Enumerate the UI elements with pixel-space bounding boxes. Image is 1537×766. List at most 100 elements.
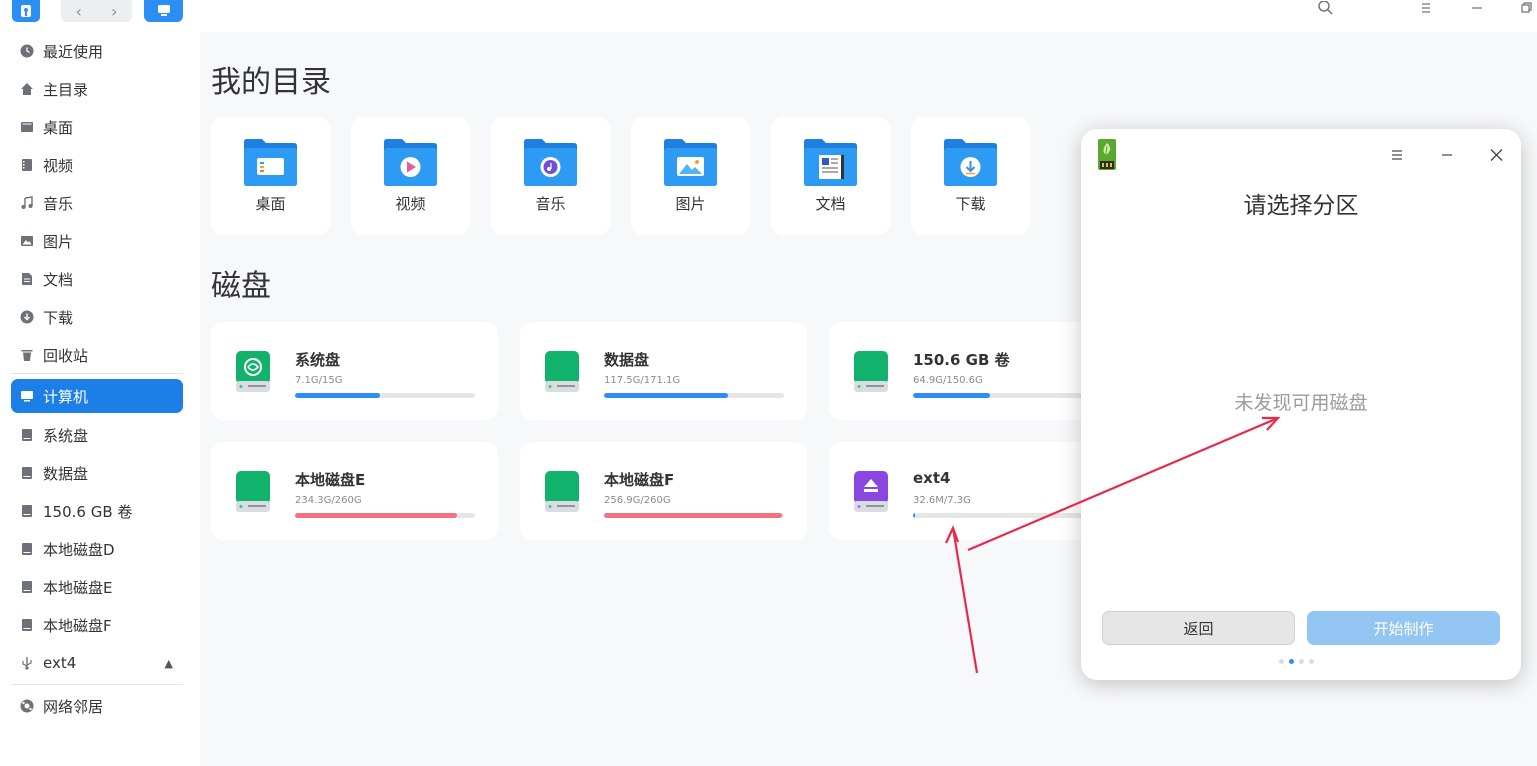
sidebar: 最近使用 主目录 桌面 视频 音乐 图片 文档 下载 回收站 计算机 系统盘 数…: [0, 32, 200, 766]
sidebar-item-videos[interactable]: 视频: [11, 148, 183, 182]
sidebar-item-label: 系统盘: [43, 426, 89, 445]
folder-card-downloads[interactable]: 下载: [911, 117, 1030, 235]
disk-usage-fill: [913, 393, 991, 398]
sidebar-item-music[interactable]: 音乐: [11, 186, 183, 220]
sidebar-item-data-disk[interactable]: 数据盘: [11, 456, 183, 490]
sidebar-divider: [11, 684, 183, 685]
sidebar-item-local-disk-e[interactable]: 本地磁盘E: [11, 570, 183, 604]
document-folder-icon: [804, 139, 857, 186]
my-directories-title: 我的目录: [211, 65, 331, 100]
sidebar-item-label: 图片: [43, 232, 74, 251]
disk-usage-fill: [604, 393, 729, 398]
disk-name: ext4: [913, 469, 951, 487]
download-folder-icon: [944, 139, 997, 186]
disk-usage-bar: [295, 513, 475, 518]
sidebar-item-label: 网络邻居: [43, 697, 104, 716]
music-folder-icon: [524, 139, 577, 186]
sidebar-item-trash[interactable]: 回收站: [11, 338, 183, 372]
sidebar-item-local-disk-d[interactable]: 本地磁盘D: [11, 532, 183, 566]
music-icon: [19, 195, 35, 211]
disk-usage-bar: [604, 513, 784, 518]
folder-card-videos[interactable]: 视频: [351, 117, 470, 235]
dialog-minimize-icon[interactable]: [1441, 147, 1453, 167]
drive-icon: [19, 427, 35, 443]
sidebar-item-label: 本地磁盘E: [43, 578, 113, 597]
folder-card-desktop[interactable]: 桌面: [211, 117, 330, 235]
sidebar-item-home[interactable]: 主目录: [11, 72, 183, 106]
document-icon: [19, 271, 35, 287]
folder-label: 视频: [395, 195, 426, 213]
step-dot: [1289, 659, 1294, 664]
sidebar-item-recent[interactable]: 最近使用: [11, 34, 183, 68]
drive-icon: [19, 465, 35, 481]
sidebar-item-system-disk[interactable]: 系统盘: [11, 418, 183, 452]
no-disk-found-message: 未发现可用磁盘: [1234, 392, 1368, 414]
disk-card-data[interactable]: 数据盘 117.5G/171.1G: [520, 322, 807, 420]
folder-card-pictures[interactable]: 图片: [631, 117, 750, 235]
maximize-icon[interactable]: [1518, 0, 1534, 16]
disk-usage: 32.6M/7.3G: [913, 495, 971, 506]
minimize-icon[interactable]: [1469, 0, 1485, 16]
computer-icon: [19, 388, 35, 404]
disk-card-system[interactable]: 系统盘 7.1G/15G: [211, 322, 498, 420]
disk-card-ext4[interactable]: ext4 32.6M/7.3G: [829, 442, 1116, 540]
sidebar-item-label: 计算机: [43, 387, 89, 406]
disk-usage: 234.3G/260G: [295, 495, 362, 506]
folder-card-documents[interactable]: 文档: [771, 117, 890, 235]
computer-view-button[interactable]: [144, 0, 183, 22]
forward-arrow-icon[interactable]: ›: [97, 0, 133, 22]
start-making-button[interactable]: 开始制作: [1307, 611, 1500, 645]
sidebar-item-documents[interactable]: 文档: [11, 262, 183, 296]
video-folder-icon: [384, 139, 437, 186]
sidebar-item-label: 音乐: [43, 194, 74, 213]
disk-card-local-disk-e[interactable]: 本地磁盘E 234.3G/260G: [211, 442, 498, 540]
disk-usage-fill: [913, 513, 915, 518]
sidebar-item-network[interactable]: 网络邻居: [11, 689, 183, 723]
system-disk-icon: [236, 351, 270, 392]
disk-usage-bar: [913, 393, 1093, 398]
drive-icon: [19, 503, 35, 519]
sidebar-item-pictures[interactable]: 图片: [11, 224, 183, 258]
step-dot: [1309, 659, 1314, 664]
disk-icon: [236, 471, 270, 512]
sidebar-divider: [11, 373, 183, 374]
sidebar-item-label: 下载: [43, 308, 74, 327]
sidebar-item-label: ext4: [43, 654, 77, 672]
trash-icon: [19, 347, 35, 363]
monitor-icon: [157, 5, 170, 16]
sidebar-item-computer[interactable]: 计算机: [11, 379, 183, 413]
disk-name: 系统盘: [295, 351, 341, 369]
dialog-close-icon[interactable]: [1490, 147, 1503, 167]
drive-icon: [19, 579, 35, 595]
sidebar-item-label: 文档: [43, 270, 74, 289]
search-icon[interactable]: [1316, 0, 1334, 16]
menu-icon[interactable]: [1418, 0, 1434, 16]
disk-usage-bar: [913, 513, 1093, 518]
disk-name: 150.6 GB 卷: [913, 351, 1010, 369]
disk-usage-fill: [604, 513, 783, 518]
sidebar-item-local-disk-f[interactable]: 本地磁盘F: [11, 608, 183, 642]
sidebar-item-150gb-volume[interactable]: 150.6 GB 卷: [11, 494, 183, 528]
back-button[interactable]: 返回: [1102, 611, 1295, 645]
disk-card-150gb-volume[interactable]: 150.6 GB 卷 64.9G/150.6G: [829, 322, 1116, 420]
dialog-menu-icon[interactable]: [1391, 147, 1403, 167]
sidebar-item-label: 最近使用: [43, 42, 104, 61]
drive-icon: [19, 617, 35, 633]
disk-name: 数据盘: [604, 351, 650, 369]
back-arrow-icon[interactable]: ‹: [61, 0, 97, 22]
folder-label: 桌面: [255, 195, 286, 213]
usb-icon: [19, 655, 35, 671]
sidebar-item-ext4[interactable]: ext4 ▲: [11, 646, 183, 680]
disk-usage-fill: [295, 513, 457, 518]
folder-card-music[interactable]: 音乐: [491, 117, 610, 235]
video-icon: [19, 157, 35, 173]
sidebar-item-desktop[interactable]: 桌面: [11, 110, 183, 144]
disk-name: 本地磁盘F: [604, 471, 675, 489]
disk-card-local-disk-f[interactable]: 本地磁盘F 256.9G/260G: [520, 442, 807, 540]
disk-usage: 7.1G/15G: [295, 375, 343, 386]
sidebar-item-label: 桌面: [43, 118, 74, 137]
sidebar-item-downloads[interactable]: 下载: [11, 300, 183, 334]
sidebar-item-label: 本地磁盘D: [43, 540, 115, 559]
disk-usage: 256.9G/260G: [604, 495, 671, 506]
eject-icon[interactable]: ▲: [165, 657, 173, 670]
